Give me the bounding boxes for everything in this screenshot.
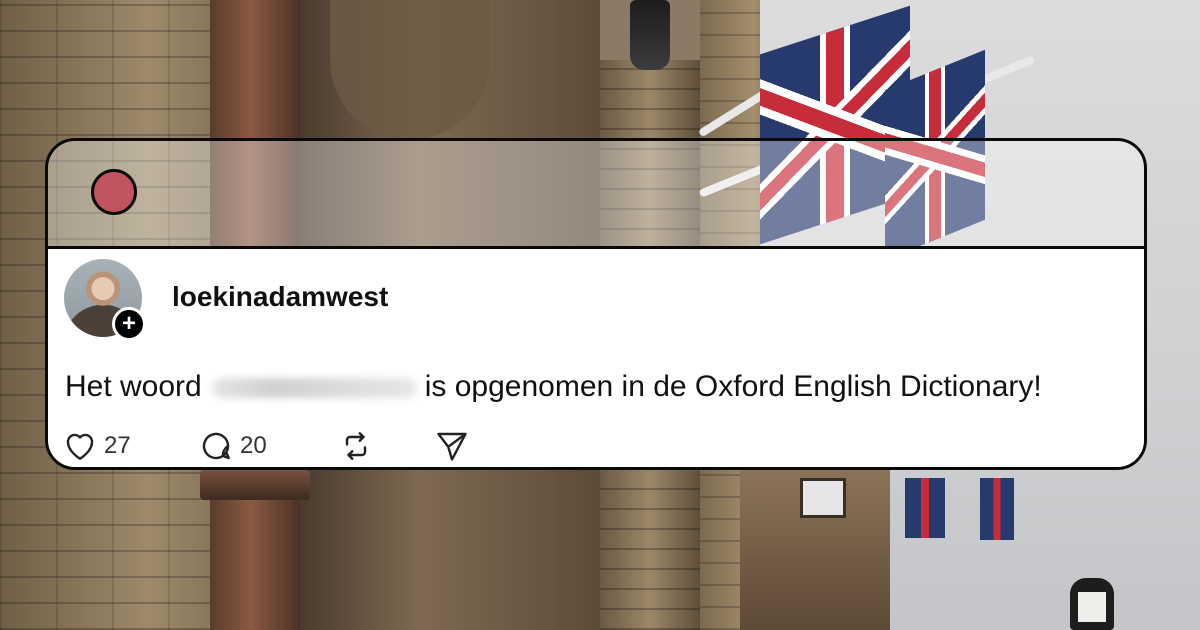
flag-bottom (980, 478, 1014, 540)
like-button[interactable]: 27 (62, 426, 131, 466)
blurred-word (211, 378, 417, 399)
heart-icon (66, 433, 94, 460)
post-card: + loekinadamwest Het woord is opgenomen i… (45, 138, 1147, 470)
building-window (800, 478, 846, 518)
post-text-after: is opgenomen in de Oxford English Dictio… (424, 370, 1042, 403)
repost-button[interactable] (338, 426, 374, 466)
flag-bottom (905, 478, 945, 538)
username[interactable]: loekinadamwest (172, 281, 388, 313)
pillar-capital (200, 470, 310, 500)
street-lamp (630, 0, 670, 70)
comment-icon (202, 432, 230, 460)
post-text: Het woord is opgenomen in de Oxford Engli… (65, 370, 1042, 404)
post-content: + loekinadamwest Het woord is opgenomen i… (48, 249, 1144, 467)
lamp-post (1070, 578, 1114, 630)
repost-icon (345, 432, 367, 460)
post-text-before: Het woord (65, 370, 202, 403)
reply-count: 20 (240, 432, 267, 459)
reply-button[interactable]: 20 (198, 426, 267, 466)
window-titlebar (48, 141, 1144, 249)
like-count: 27 (104, 432, 131, 459)
share-button[interactable] (434, 426, 470, 466)
plus-icon[interactable]: + (112, 307, 146, 341)
close-dot[interactable] (91, 169, 137, 215)
send-icon (437, 432, 467, 461)
